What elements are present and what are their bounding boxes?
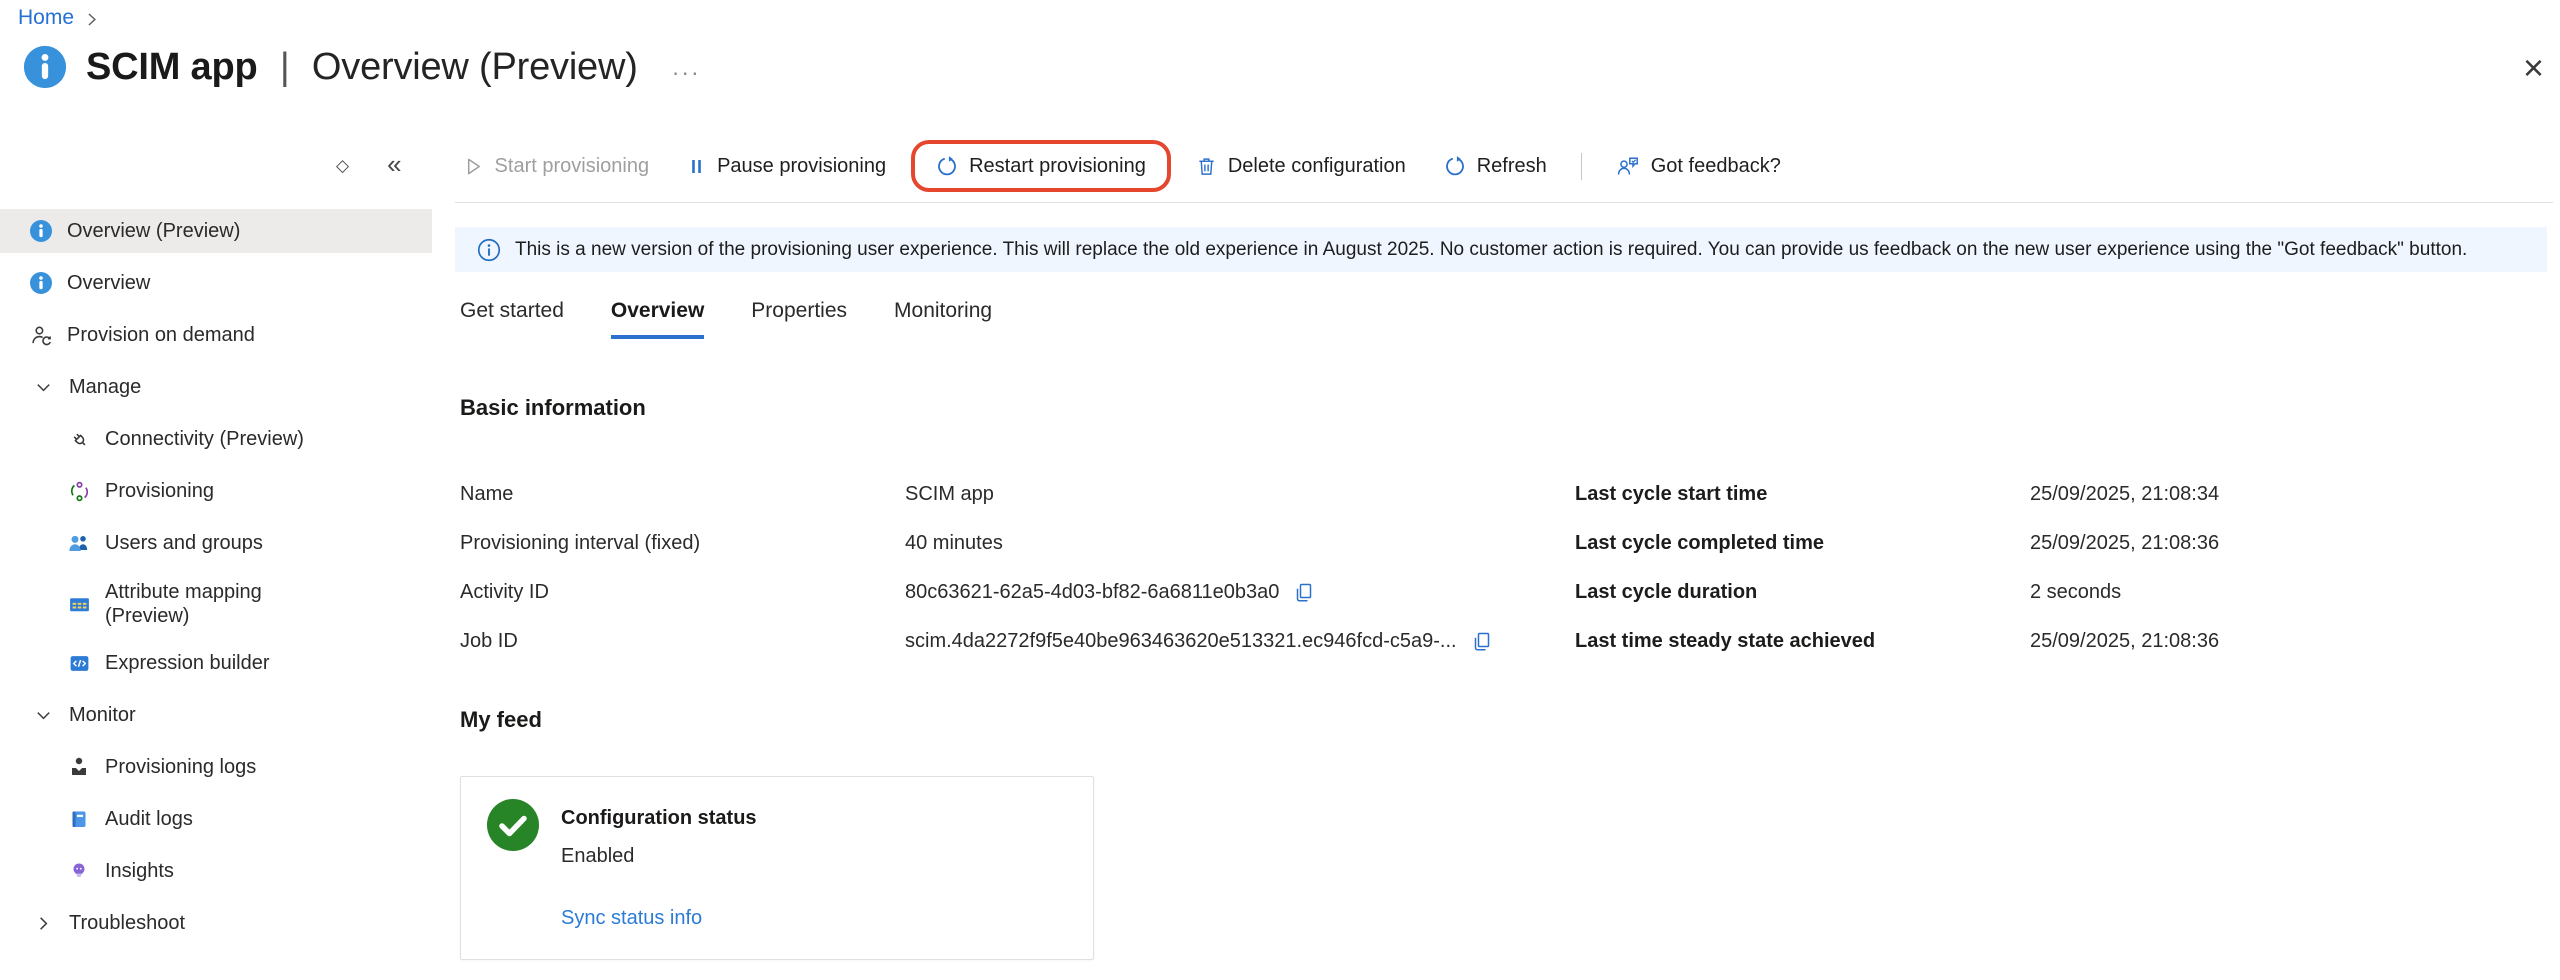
sidebar-item-overview[interactable]: Overview <box>0 261 432 305</box>
info-row-name: Name SCIM app <box>460 470 1493 519</box>
info-row-steady-state: Last time steady state achieved 25/09/20… <box>1575 617 2219 666</box>
code-icon <box>66 652 92 675</box>
card-title: Configuration status <box>561 807 757 830</box>
feedback-icon <box>1616 155 1640 177</box>
success-check-icon <box>487 799 539 851</box>
info-banner: This is a new version of the provisionin… <box>455 227 2547 272</box>
breadcrumb: Home <box>18 6 100 30</box>
page-name: Overview (Preview) <box>312 46 638 88</box>
app-info-icon <box>22 44 68 90</box>
chevron-right-icon <box>30 914 56 933</box>
trash-icon <box>1196 156 1217 177</box>
sync-status-info-link[interactable]: Sync status info <box>561 907 702 930</box>
more-options-button[interactable]: ··· <box>672 59 701 86</box>
sidebar-item-insights[interactable]: Insights <box>0 849 432 893</box>
status-value: Enabled <box>561 845 634 868</box>
restart-provisioning-button[interactable]: Restart provisioning <box>917 145 1165 187</box>
got-feedback-button[interactable]: Got feedback? <box>1597 145 1800 187</box>
sidebar-item-provision-on-demand[interactable]: Provision on demand <box>0 313 432 357</box>
chevron-down-icon <box>30 706 56 725</box>
sidebar-item-overview-preview[interactable]: Overview (Preview) <box>0 209 432 253</box>
info-row-job-id: Job ID scim.4da2272f9f5e40be963463620e51… <box>460 617 1493 666</box>
play-icon <box>463 156 484 177</box>
copy-icon[interactable] <box>1471 631 1493 653</box>
refresh-button[interactable]: Refresh <box>1425 145 1566 187</box>
banner-message: This is a new version of the provisionin… <box>515 239 2467 261</box>
sidebar-group-monitor[interactable]: Monitor <box>0 693 432 737</box>
toolbar-separator <box>1581 153 1582 180</box>
basic-information-heading: Basic information <box>460 395 646 421</box>
page-header: SCIM app | Overview (Preview) ··· <box>22 44 701 90</box>
sidebar-item-attribute-mapping[interactable]: Attribute mapping (Preview) <box>0 573 432 635</box>
command-toolbar: ◇ « Start provisioning Pause provisionin… <box>0 140 2560 192</box>
start-provisioning-button[interactable]: Start provisioning <box>444 145 669 187</box>
info-row-last-cycle-start: Last cycle start time 25/09/2025, 21:08:… <box>1575 470 2219 519</box>
title-separator: | <box>280 46 290 88</box>
sync-cycle-icon <box>66 480 92 503</box>
sidebar-group-manage[interactable]: Manage <box>0 365 432 409</box>
person-sync-icon <box>28 324 54 347</box>
info-row-last-cycle-duration: Last cycle duration 2 seconds <box>1575 568 2219 617</box>
copy-icon[interactable] <box>1293 582 1315 604</box>
chevron-down-icon <box>30 378 56 397</box>
users-icon <box>66 532 92 554</box>
pane-controls: ◇ « <box>336 155 402 177</box>
command-buttons: Start provisioning Pause provisioning Re… <box>444 140 1800 192</box>
sidebar-item-connectivity[interactable]: Connectivity (Preview) <box>0 417 432 461</box>
delete-configuration-button[interactable]: Delete configuration <box>1177 145 1425 187</box>
sidebar-item-provisioning-logs[interactable]: Provisioning logs <box>0 745 432 789</box>
resize-handle-icon[interactable]: ◇ <box>336 156 349 176</box>
info-circle-icon <box>28 219 54 243</box>
pause-provisioning-button[interactable]: Pause provisioning <box>668 145 905 187</box>
app-name: SCIM app <box>86 46 258 88</box>
tab-monitoring[interactable]: Monitoring <box>894 299 992 339</box>
person-log-icon <box>66 756 92 778</box>
tab-bar: Get started Overview Properties Monitori… <box>460 299 992 339</box>
info-outline-icon <box>477 238 501 262</box>
sidebar-item-provisioning[interactable]: Provisioning <box>0 469 432 513</box>
basic-info-right-column: Last cycle start time 25/09/2025, 21:08:… <box>1575 470 2219 666</box>
info-row-activity-id: Activity ID 80c63621-62a5-4d03-bf82-6a68… <box>460 568 1493 617</box>
sidebar: Overview (Preview) Overview Provision on… <box>0 209 432 953</box>
page-title: SCIM app | Overview (Preview) <box>86 46 638 89</box>
lightbulb-icon <box>66 860 92 882</box>
breadcrumb-home-link[interactable]: Home <box>18 6 74 30</box>
sidebar-item-users-and-groups[interactable]: Users and groups <box>0 521 432 565</box>
toolbar-divider <box>455 202 2553 203</box>
refresh-icon <box>1444 155 1466 177</box>
tab-properties[interactable]: Properties <box>751 299 847 339</box>
sidebar-group-troubleshoot[interactable]: Troubleshoot <box>0 901 432 945</box>
my-feed-heading: My feed <box>460 707 542 733</box>
basic-info-left-column: Name SCIM app Provisioning interval (fix… <box>460 470 1493 666</box>
tab-overview[interactable]: Overview <box>611 299 704 339</box>
pause-icon <box>687 156 706 177</box>
info-circle-icon <box>28 271 54 295</box>
restart-icon <box>936 155 958 177</box>
annotation-highlight: Restart provisioning <box>911 140 1171 192</box>
chevron-right-icon <box>83 11 100 28</box>
info-row-provisioning-interval: Provisioning interval (fixed) 40 minutes <box>460 519 1493 568</box>
plug-icon <box>66 428 92 451</box>
close-button[interactable]: × <box>2523 50 2544 86</box>
configuration-status-card: Configuration status Enabled Sync status… <box>460 776 1094 960</box>
table-icon <box>66 593 92 616</box>
tab-get-started[interactable]: Get started <box>460 299 564 339</box>
sidebar-item-expression-builder[interactable]: Expression builder <box>0 641 432 685</box>
collapse-sidebar-button[interactable]: « <box>387 151 401 177</box>
sidebar-item-audit-logs[interactable]: Audit logs <box>0 797 432 841</box>
info-row-last-cycle-completed: Last cycle completed time 25/09/2025, 21… <box>1575 519 2219 568</box>
notebook-icon <box>66 808 92 830</box>
